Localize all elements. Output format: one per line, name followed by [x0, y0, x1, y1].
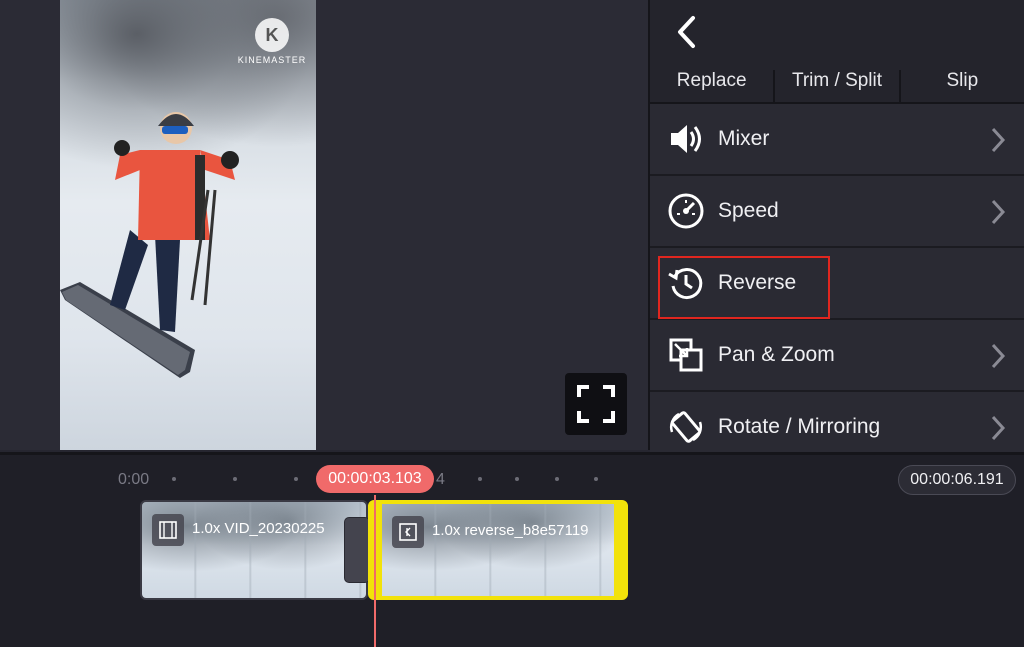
menu-item-speed[interactable]: Speed	[650, 176, 1024, 248]
ruler-partial-label: 4	[436, 471, 445, 488]
speaker-icon	[666, 119, 706, 159]
chevron-right-icon	[991, 343, 1006, 369]
chevron-right-icon	[991, 199, 1006, 225]
reverse-highlight-box	[658, 256, 830, 319]
menu-label-pan-zoom: Pan & Zoom	[718, 343, 835, 366]
speedometer-icon	[666, 191, 706, 231]
film-icon	[152, 514, 184, 546]
video-preview-area: K KINEMASTER	[0, 0, 648, 450]
clip-options-panel: Replace Trim / Split Slip Mixer Speed Re…	[648, 0, 1024, 464]
playhead-line[interactable]	[374, 495, 376, 647]
tab-replace[interactable]: Replace	[650, 70, 776, 102]
tab-trim-split[interactable]: Trim / Split	[775, 70, 901, 102]
menu-item-reverse[interactable]: Reverse	[650, 248, 1024, 320]
playhead-time[interactable]: 00:00:03.103	[316, 465, 434, 493]
back-button[interactable]	[668, 14, 704, 50]
edit-tabs: Replace Trim / Split Slip	[650, 70, 1024, 104]
snowboarder-illustration	[60, 112, 239, 378]
drag-handle-icon[interactable]	[620, 540, 624, 570]
ruler-tick	[478, 477, 482, 481]
kinemaster-watermark: K KINEMASTER	[232, 18, 312, 65]
ruler-tick	[233, 477, 237, 481]
transition-handle[interactable]	[344, 517, 370, 583]
menu-label-speed: Speed	[718, 199, 779, 222]
video-preview[interactable]: K KINEMASTER	[60, 0, 316, 450]
ruler-tick	[555, 477, 559, 481]
panel-header	[650, 0, 1024, 70]
total-duration: 00:00:06.191	[898, 465, 1016, 495]
reverse-film-icon	[392, 516, 424, 548]
ruler-tick	[594, 477, 598, 481]
menu-item-mixer[interactable]: Mixer	[650, 104, 1024, 176]
fullscreen-button[interactable]	[565, 373, 627, 435]
chevron-left-icon	[678, 16, 695, 48]
clip-label: 1.0x reverse_b8e57119	[432, 522, 589, 539]
ruler-tick	[294, 477, 298, 481]
menu-item-pan-zoom[interactable]: Pan & Zoom	[650, 320, 1024, 392]
clip-label: 1.0x VID_20230225	[192, 520, 325, 537]
ruler-tick	[515, 477, 519, 481]
ruler-tick	[172, 477, 176, 481]
kinemaster-logo-icon: K	[255, 18, 289, 52]
timeline-clip-reverse-selected[interactable]: 1.0x reverse_b8e57119	[368, 500, 628, 600]
menu-label-mixer: Mixer	[718, 127, 770, 150]
chevron-right-icon	[991, 127, 1006, 153]
tab-slip[interactable]: Slip	[901, 70, 1024, 102]
fullscreen-icon	[577, 385, 615, 423]
rotate-icon	[666, 407, 706, 447]
ruler-start-label: 0:00	[118, 471, 150, 488]
menu-label-rotate-mirroring: Rotate / Mirroring	[718, 415, 881, 438]
watermark-text: KINEMASTER	[237, 55, 307, 65]
chevron-right-icon	[991, 415, 1006, 441]
pan-zoom-icon	[666, 335, 706, 375]
timeline[interactable]: 0:00 4 1.0x VID_20230225 1.0x reverse_b8…	[0, 452, 1024, 647]
app-root: K KINEMASTER Replace Trim / Split Slip M…	[0, 0, 1024, 647]
timeline-clip-original[interactable]: 1.0x VID_20230225	[140, 500, 368, 600]
